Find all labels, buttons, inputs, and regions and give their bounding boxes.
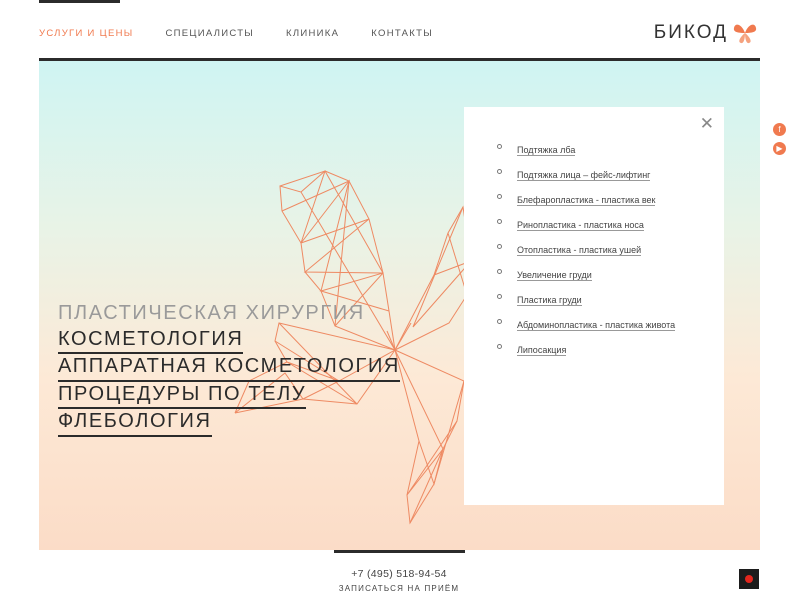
services-panel: ✕ Подтяжка лба Подтяжка лица – фейс-лифт… — [464, 107, 724, 505]
record-button[interactable] — [739, 569, 759, 589]
youtube-icon[interactable]: ▶ — [773, 142, 786, 155]
list-item: Отопластика - пластика ушей — [497, 240, 697, 258]
list-item: Липосакция — [497, 340, 697, 358]
nav-clinic[interactable]: Клиника — [286, 28, 339, 39]
service-link-forehead-lift[interactable]: Подтяжка лба — [517, 145, 576, 156]
service-link-abdominoplasty[interactable]: Абдоминопластика - пластика живота — [517, 320, 676, 331]
butterfly-icon — [733, 24, 757, 44]
service-link-breast-augmentation[interactable]: Увеличение груди — [517, 270, 592, 281]
list-item: Блефаропластика - пластика век — [497, 190, 697, 208]
book-appointment-link[interactable]: Записаться на приём — [0, 584, 798, 593]
service-link-breast-plastic[interactable]: Пластика груди — [517, 295, 582, 306]
list-item: Пластика груди — [497, 290, 697, 308]
social-links: f ▶ — [773, 123, 786, 161]
close-icon[interactable]: ✕ — [700, 115, 714, 132]
list-item: Абдоминопластика - пластика живота — [497, 315, 697, 333]
footer-divider — [334, 550, 465, 553]
category-phlebology[interactable]: Флебология — [58, 409, 212, 437]
list-item: Ринопластика - пластика носа — [497, 215, 697, 233]
category-list: Пластическая хирургия Косметология Аппар… — [58, 301, 400, 437]
service-link-facelift[interactable]: Подтяжка лица – фейс-лифтинг — [517, 170, 651, 181]
service-link-blepharoplasty[interactable]: Блефаропластика - пластика век — [517, 195, 656, 206]
nav-services[interactable]: Услуги и цены — [39, 28, 133, 39]
nav-specialists[interactable]: Специалисты — [165, 28, 254, 39]
service-link-otoplasty[interactable]: Отопластика - пластика ушей — [517, 245, 642, 256]
top-accent-bar — [39, 0, 120, 3]
logo-text: БИКОД — [653, 22, 728, 43]
service-link-liposuction[interactable]: Липосакция — [517, 345, 567, 356]
category-body-procedures[interactable]: Процедуры по телу — [58, 382, 307, 409]
logo[interactable]: БИКОД — [654, 20, 758, 46]
list-item: Увеличение груди — [497, 265, 697, 283]
phone-number[interactable]: +7 (495) 518-94-54 — [0, 568, 798, 580]
category-plastic-surgery[interactable]: Пластическая хирургия — [58, 301, 365, 327]
facebook-icon[interactable]: f — [773, 123, 786, 136]
category-cosmetology[interactable]: Косметология — [58, 327, 244, 354]
category-hardware-cosmetology[interactable]: Аппаратная косметология — [58, 354, 400, 382]
list-item: Подтяжка лица – фейс-лифтинг — [497, 165, 697, 183]
main-nav: Услуги и цены Специалисты Клиника Контак… — [39, 28, 465, 39]
list-item: Подтяжка лба — [497, 140, 697, 158]
nav-contacts[interactable]: Контакты — [371, 28, 433, 39]
services-list: Подтяжка лба Подтяжка лица – фейс-лифтин… — [497, 140, 697, 365]
service-link-rhinoplasty[interactable]: Ринопластика - пластика носа — [517, 220, 644, 231]
